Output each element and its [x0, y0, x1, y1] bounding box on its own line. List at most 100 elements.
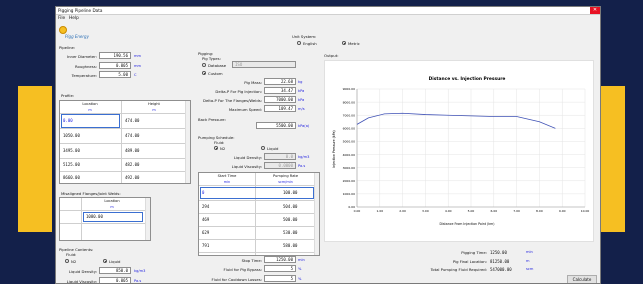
stop-time-input[interactable]: 1250.00 [264, 256, 296, 263]
schedule-viscosity-unit: Pa.s [298, 164, 306, 168]
schedule-density-unit: kg/m3 [298, 155, 310, 159]
max-speed-label: Maximum Speed: [228, 107, 262, 112]
chart-xlabel: Distance From Injection Point (km) [440, 222, 495, 226]
english-label: English [303, 41, 317, 46]
stop-time-label: Stop Time: [241, 258, 262, 263]
chart-x-tick-label: 9.00 [559, 209, 566, 213]
database-radio[interactable] [202, 63, 206, 67]
schedule-viscosity-input[interactable]: 0.0000 [264, 162, 296, 169]
contents-liquid-label: Liquid [109, 259, 121, 264]
final-location-label: Pig Final Location: [452, 259, 487, 264]
fluid-bypass-input[interactable]: 5 [264, 265, 296, 272]
chart-ylabel: Injection Pressure (kPa) [332, 130, 336, 167]
chart-x-tick-label: 4.00 [445, 209, 452, 213]
menu-help[interactable]: Help [69, 16, 79, 21]
profile-row-location[interactable]: 0.00 [63, 118, 73, 123]
roughness-unit: mm [134, 64, 142, 68]
pig-mass-input[interactable]: 22.68 [264, 78, 296, 85]
schedule-scrollbar[interactable] [314, 173, 319, 255]
schedule-row-rate[interactable]: 530.00 [283, 230, 297, 235]
custom-radio[interactable] [202, 71, 206, 75]
chart-y-tick-label: 8000.00 [343, 100, 355, 104]
chart-x-tick-label: 10.00 [581, 209, 590, 213]
chart-x-ticks: 0.00 1.00 2.00 3.00 4.00 5.00 6.00 7.00 8.00 9.00… [354, 209, 590, 213]
metric-radio[interactable] [342, 41, 346, 45]
custom-label: Custom [208, 71, 223, 76]
chart-x-tick-label: 0.00 [354, 209, 361, 213]
back-pressure-unit: kPa(a) [298, 124, 310, 128]
chart-y-tick-label: 3000.00 [343, 166, 355, 170]
profile-col-height: Height [148, 102, 160, 106]
contents-density-unit: kg/m3 [134, 269, 146, 273]
schedule-row-start[interactable]: 0 [202, 190, 204, 195]
contents-n2-radio[interactable] [65, 259, 69, 263]
profile-row-height[interactable]: 492.00 [125, 175, 139, 180]
chart-x-tick-label: 7.00 [513, 209, 520, 213]
contents-density-input[interactable]: 850.0 [99, 267, 131, 274]
schedule-density-label: Liquid Density: [233, 155, 262, 160]
profile-row-location[interactable]: 3495.00 [63, 148, 80, 153]
menu-file[interactable]: File [58, 16, 65, 21]
profile-row-location[interactable]: 1050.00 [63, 133, 80, 138]
pig-time-unit: min [526, 250, 533, 254]
chart-y-tick-label: 1000.00 [343, 192, 355, 196]
schedule-row-rate[interactable]: 504.00 [283, 204, 297, 209]
contents-n2-label: N2 [71, 259, 77, 264]
output-label: Output: [324, 53, 339, 58]
schedule-density-input[interactable]: 0.0 [264, 153, 296, 160]
delta-p-input[interactable]: 34.47 [264, 87, 296, 94]
schedule-col-rate-unit: scm/min [278, 180, 293, 184]
app-window: Pigging Pipeline Data ✕ File Help Pigg E… [55, 6, 601, 284]
schedule-row-start[interactable]: 469 [202, 217, 209, 222]
schedule-grid: Start Time min Pumping Rate scm/min 0 10… [198, 172, 320, 256]
chart-series [356, 112, 556, 129]
schedule-row-start[interactable]: 791 [202, 243, 209, 248]
profile-row-location[interactable]: 8660.00 [63, 175, 80, 180]
profile-row-height[interactable]: 489.00 [125, 148, 139, 153]
contents-density-label: Liquid Density: [68, 269, 97, 274]
english-radio[interactable] [297, 41, 301, 45]
contents-viscosity-input[interactable]: 0.005 [99, 277, 131, 283]
schedule-row-rate[interactable]: 100.00 [283, 190, 297, 195]
database-select[interactable]: ISO [232, 61, 296, 68]
schedule-row-rate[interactable]: 580.00 [283, 243, 297, 248]
back-pressure-input[interactable]: 5500.00 [256, 122, 296, 129]
fluid-cooldown-input[interactable]: 5 [264, 275, 296, 282]
profile-row-height[interactable]: 474.00 [125, 118, 139, 123]
contents-liquid-radio[interactable] [103, 259, 107, 263]
pig-types-label: Pig Types: [202, 56, 221, 61]
chart-series-line [356, 112, 556, 129]
flanges-row-location[interactable]: 1080.00 [86, 214, 103, 219]
profile-row-location[interactable]: 5125.00 [63, 162, 80, 167]
temperature-input[interactable]: 5.00 [99, 71, 131, 78]
inner-diameter-input[interactable]: 190.56 [99, 52, 131, 59]
chart-x-tick-label: 8.00 [536, 209, 543, 213]
schedule-n2-radio[interactable] [214, 146, 218, 150]
calculate-button[interactable]: Calculate [567, 275, 597, 283]
profile-row-height[interactable]: 482.00 [125, 162, 139, 167]
flanges-scrollbar[interactable] [145, 198, 150, 240]
close-button[interactable]: ✕ [590, 7, 600, 14]
schedule-row-start[interactable]: 294 [202, 204, 209, 209]
flanges-col-unit: m [110, 205, 114, 209]
pressure-chart: 0.00 1000.00 2000.00 3000.00 4000.00 5000.00 6… [332, 76, 590, 226]
chart-y-tick-label: 5000.00 [343, 140, 355, 144]
profile-grid: Location m Height m 0.00 474.00 1050.00 … [59, 100, 191, 184]
profile-scrollbar[interactable] [185, 101, 190, 183]
schedule-row-rate[interactable]: 500.00 [283, 217, 297, 222]
max-speed-input[interactable]: 109.47 [264, 105, 296, 112]
contents-fluid-label: Fluid: [66, 252, 77, 257]
metric-label: Metric [348, 41, 360, 46]
delta-p-flange-input[interactable]: 7000.00 [264, 96, 296, 103]
inner-diameter-label: Inner Diameter: [67, 54, 97, 59]
flanges-grid: Location m 1080.00 [59, 197, 151, 241]
schedule-row-start[interactable]: 629 [202, 230, 209, 235]
profile-row-height[interactable]: 474.00 [125, 133, 139, 138]
roughness-label: Roughness: [75, 64, 97, 69]
chart-gridlines [356, 88, 586, 208]
menu-bar: File Help [56, 15, 600, 21]
roughness-input[interactable]: 0.005 [99, 62, 131, 69]
temperature-unit: C [134, 73, 137, 77]
pig-mass-label: Pig Mass: [244, 80, 262, 85]
schedule-liquid-radio[interactable] [261, 146, 265, 150]
